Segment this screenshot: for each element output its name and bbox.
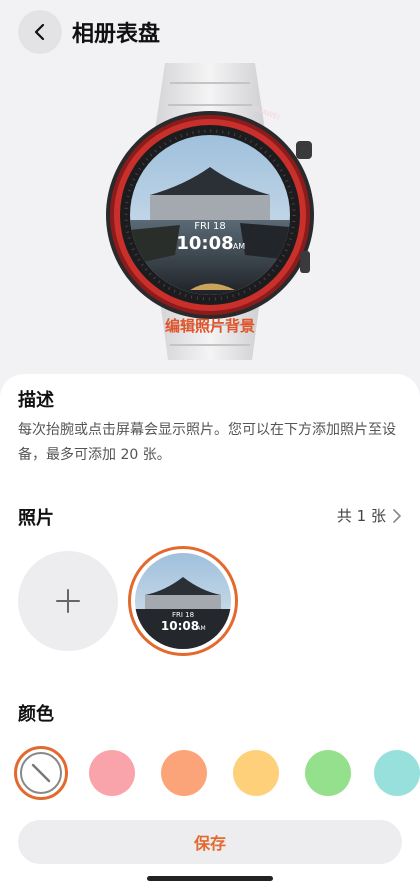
chevron-left-icon (34, 23, 45, 41)
page-title: 相册表盘 (72, 22, 161, 47)
color-swatch-cyan[interactable] (374, 750, 420, 796)
header-area: 相册表盘 FRI 18 10:08 AM HUAWEI 编辑照片背景 (0, 0, 420, 390)
thumb-time-suffix: AM (196, 625, 205, 632)
photos-title: 照片 (18, 508, 54, 529)
color-swatch-none[interactable] (14, 746, 68, 800)
color-swatch-pink[interactable] (89, 750, 135, 796)
photo-count-label: 共 1 张 (336, 507, 386, 525)
description-title: 描述 (18, 390, 54, 411)
edit-photo-background-link[interactable]: 编辑照片背景 (0, 315, 420, 336)
colors-title: 颜色 (18, 704, 54, 725)
color-swatch-yellow[interactable] (233, 750, 279, 796)
description-text: 每次抬腕或点击屏幕会显示照片。您可以在下方添加照片至设备，最多可添加 20 张。 (18, 422, 396, 463)
back-button[interactable] (18, 10, 62, 54)
home-indicator[interactable] (147, 876, 273, 881)
thumb-date: FRI 18 (172, 611, 194, 619)
color-swatch-green[interactable] (305, 750, 351, 796)
watch-time: 10:08 (176, 233, 233, 254)
photo-count-link[interactable]: 共 1 张 (337, 505, 402, 526)
add-photo-button[interactable] (18, 551, 118, 651)
save-button[interactable]: 保存 (18, 820, 402, 864)
watch-date: FRI 18 (194, 221, 226, 232)
watch-time-suffix: AM (233, 242, 245, 251)
chevron-right-icon (393, 508, 401, 523)
thumb-time: 10:08 (161, 619, 199, 633)
photo-thumbnail-image: FRI 18 10:08 AM (135, 553, 231, 649)
color-swatch-orange[interactable] (161, 750, 207, 796)
plus-icon (56, 589, 80, 613)
settings-sheet: 描述 每次抬腕或点击屏幕会显示照片。您可以在下方添加照片至设备，最多可添加 20… (0, 374, 420, 892)
photo-thumbnail[interactable]: FRI 18 10:08 AM (128, 546, 238, 656)
no-color-icon (20, 752, 62, 794)
